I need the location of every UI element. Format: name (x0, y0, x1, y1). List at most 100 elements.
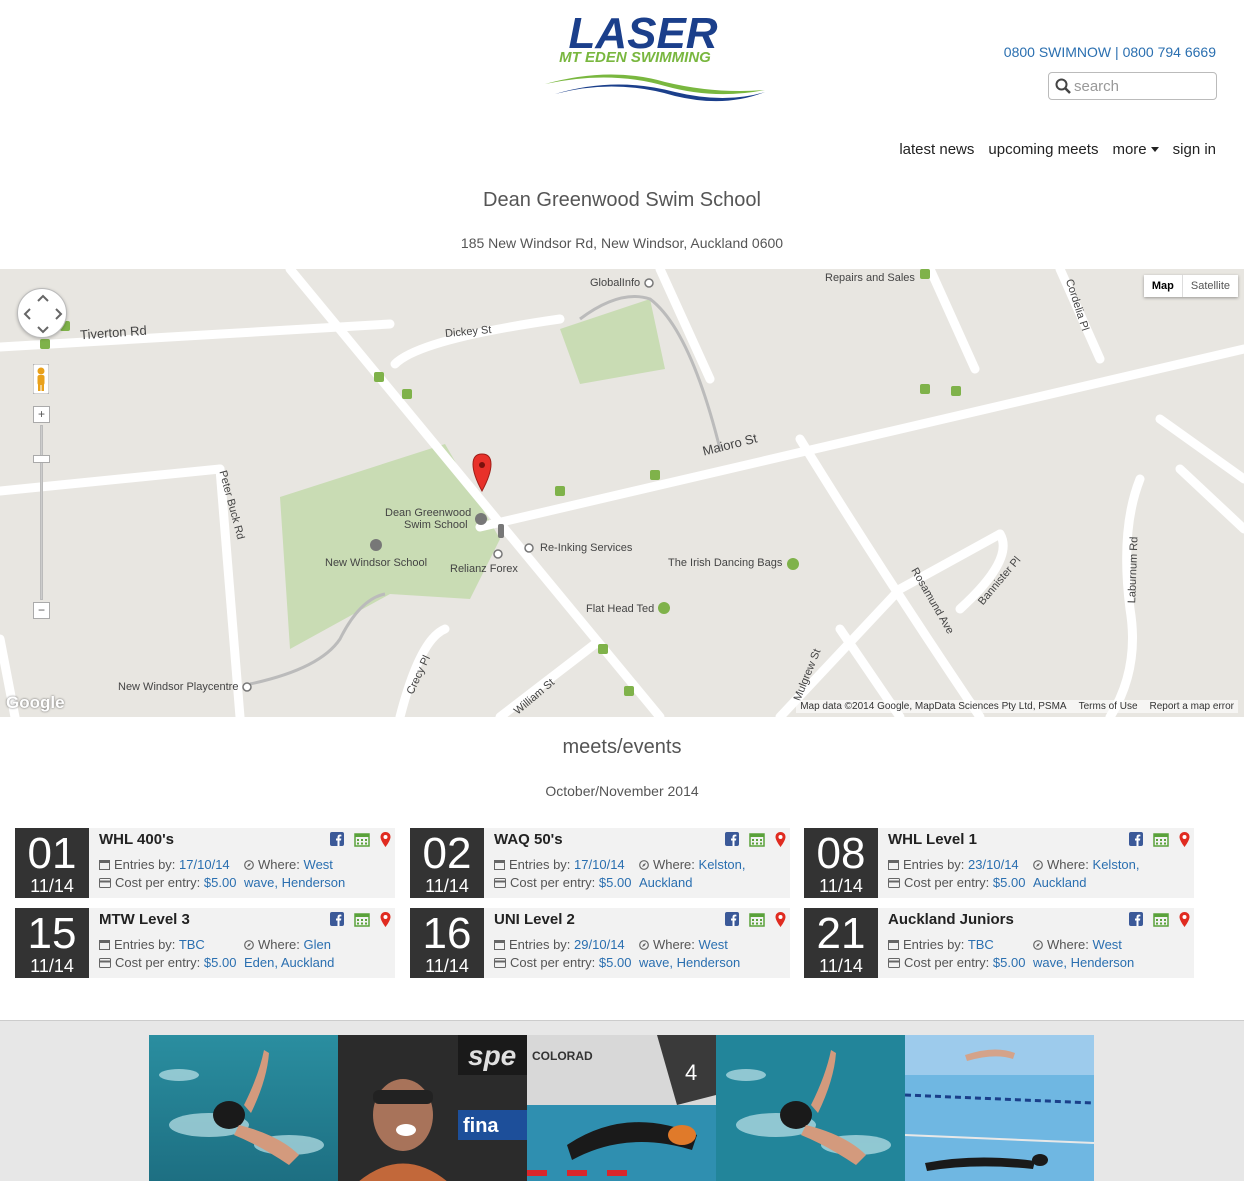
where-value-1[interactable]: West (304, 857, 333, 872)
event-name[interactable]: MTW Level 3 (99, 911, 190, 928)
search-input[interactable] (1074, 77, 1214, 95)
map-pin-icon[interactable] (380, 832, 391, 847)
where-label: Where: (258, 937, 300, 952)
where-label: Where: (653, 937, 695, 952)
event-card[interactable]: 15 11/14 MTW Level 3 Entries by: TBC Cos… (15, 908, 395, 978)
zoom-slider-track[interactable] (40, 425, 43, 600)
event-where: Where: West wave, Henderson (1033, 936, 1153, 972)
entries-label: Entries by: (114, 937, 176, 952)
cost-value[interactable]: $5.00 (993, 875, 1026, 890)
gallery-photo[interactable]: COLORAD 4 (527, 1035, 716, 1181)
map-terms-link[interactable]: Terms of Use (1079, 701, 1138, 712)
facebook-icon[interactable] (330, 912, 344, 926)
entries-date[interactable]: TBC (968, 937, 994, 952)
cost-label: Cost per entry: (115, 875, 201, 890)
gallery-photo[interactable]: spe fina (338, 1035, 527, 1181)
event-card[interactable]: 01 11/14 WHL 400's Entries by: 17/10/14 … (15, 828, 395, 898)
gallery-photo[interactable] (716, 1035, 905, 1181)
entries-date[interactable]: 23/10/14 (968, 857, 1019, 872)
laser-logo[interactable]: LASER MT EDEN SWIMMING (515, 9, 770, 107)
event-card[interactable]: 08 11/14 WHL Level 1 Entries by: 23/10/1… (804, 828, 1194, 898)
laser-logo-graphic: LASER MT EDEN SWIMMING (545, 9, 765, 102)
zoom-slider-handle[interactable] (33, 455, 50, 463)
entries-date[interactable]: 17/10/14 (574, 857, 625, 872)
where-value-1[interactable]: Kelston, (699, 857, 746, 872)
map-pin-icon[interactable] (775, 912, 786, 927)
zoom-out-button[interactable]: − (33, 602, 50, 619)
event-name[interactable]: WHL Level 1 (888, 831, 977, 848)
where-value-1[interactable]: Glen (304, 937, 331, 952)
where-value-1[interactable]: West (699, 937, 728, 952)
calendar-icon[interactable] (749, 912, 765, 927)
entries-date[interactable]: 17/10/14 (179, 857, 230, 872)
map-type-control: Map Satellite (1143, 275, 1238, 297)
facebook-icon[interactable] (1129, 832, 1143, 846)
search-box[interactable] (1048, 72, 1217, 100)
compass-icon (244, 940, 254, 950)
cost-value[interactable]: $5.00 (204, 875, 237, 890)
gallery-photo[interactable] (149, 1035, 338, 1181)
calendar-icon[interactable] (354, 832, 370, 847)
where-value-2[interactable]: Eden, Auckland (244, 955, 334, 970)
where-label: Where: (258, 857, 300, 872)
venue-map[interactable]: + − Map Satellite Tiverton Rd Dickey St … (0, 269, 1244, 717)
where-value-2[interactable]: Auckland (639, 875, 692, 890)
event-day: 15 (27, 909, 77, 958)
credit-card-icon (888, 958, 900, 968)
cost-label: Cost per entry: (115, 955, 201, 970)
facebook-icon[interactable] (725, 912, 739, 926)
entries-date[interactable]: TBC (179, 937, 205, 952)
entries-label: Entries by: (903, 857, 965, 872)
where-value-1[interactable]: Kelston, (1093, 857, 1140, 872)
pan-control[interactable] (17, 288, 67, 338)
map-report-error-link[interactable]: Report a map error (1150, 701, 1234, 712)
map-canvas[interactable] (0, 269, 1244, 717)
event-name[interactable]: WAQ 50's (494, 831, 563, 848)
nav-latest-news[interactable]: latest news (899, 141, 974, 158)
where-value-2[interactable]: wave, Henderson (1033, 955, 1134, 970)
nav-upcoming-meets[interactable]: upcoming meets (988, 141, 1098, 158)
event-name[interactable]: Auckland Juniors (888, 911, 1014, 928)
where-value-2[interactable]: wave, Henderson (244, 875, 345, 890)
entries-date[interactable]: 29/10/14 (574, 937, 625, 952)
calendar-icon[interactable] (354, 912, 370, 927)
google-logo[interactable]: Google (6, 693, 65, 713)
zoom-in-button[interactable]: + (33, 406, 50, 423)
cost-value[interactable]: $5.00 (993, 955, 1026, 970)
cost-value[interactable]: $5.00 (599, 875, 632, 890)
event-card[interactable]: 21 11/14 Auckland Juniors Entries by: TB… (804, 908, 1194, 978)
event-entries: Entries by: TBC (888, 937, 994, 952)
calendar-icon[interactable] (749, 832, 765, 847)
phone-number[interactable]: 0800 SWIMNOW | 0800 794 6669 (1004, 44, 1216, 60)
event-cost: Cost per entry: $5.00 (888, 875, 1025, 890)
entries-label: Entries by: (903, 937, 965, 952)
calendar-small-icon (888, 940, 899, 950)
facebook-icon[interactable] (725, 832, 739, 846)
cost-value[interactable]: $5.00 (599, 955, 632, 970)
calendar-icon[interactable] (1153, 832, 1169, 847)
facebook-icon[interactable] (330, 832, 344, 846)
event-date: 16 11/14 (410, 908, 484, 978)
map-pin-icon[interactable] (1179, 832, 1190, 847)
where-value-2[interactable]: Auckland (1033, 875, 1086, 890)
event-name[interactable]: WHL 400's (99, 831, 174, 848)
street-view-pegman-icon[interactable] (32, 363, 50, 395)
map-pin-icon[interactable] (775, 832, 786, 847)
cost-value[interactable]: $5.00 (204, 955, 237, 970)
calendar-icon[interactable] (1153, 912, 1169, 927)
where-value-1[interactable]: West (1093, 937, 1122, 952)
nav-more[interactable]: more (1112, 141, 1159, 158)
facebook-icon[interactable] (1129, 912, 1143, 926)
event-card[interactable]: 02 11/14 WAQ 50's Entries by: 17/10/14 C… (410, 828, 790, 898)
event-entries: Entries by: 17/10/14 (99, 857, 230, 872)
map-type-satellite-button[interactable]: Satellite (1181, 275, 1238, 297)
gallery-photo[interactable] (905, 1035, 1094, 1181)
map-pin-icon[interactable] (1179, 912, 1190, 927)
event-month: 11/14 (425, 956, 469, 976)
where-value-2[interactable]: wave, Henderson (639, 955, 740, 970)
event-card[interactable]: 16 11/14 UNI Level 2 Entries by: 29/10/1… (410, 908, 790, 978)
map-type-map-button[interactable]: Map (1144, 275, 1182, 297)
map-pin-icon[interactable] (380, 912, 391, 927)
nav-sign-in[interactable]: sign in (1173, 141, 1216, 158)
event-name[interactable]: UNI Level 2 (494, 911, 575, 928)
